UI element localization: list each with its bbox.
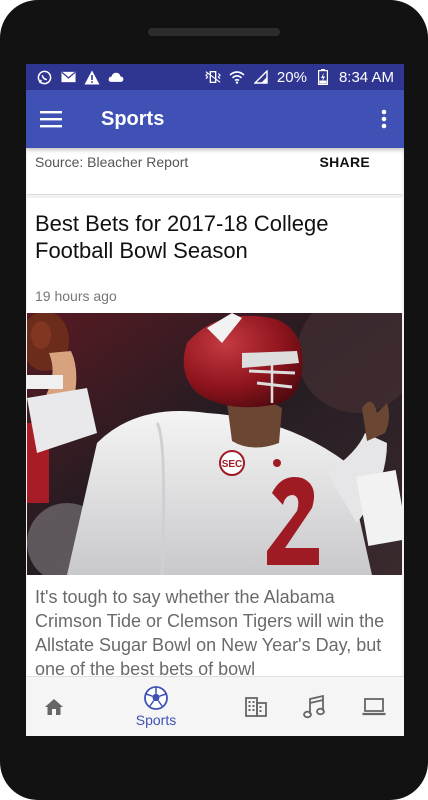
app-bar: Sports (26, 90, 404, 148)
signal-icon (253, 69, 269, 85)
music-icon (303, 695, 325, 719)
article-summary[interactable]: It's tough to say whether the Alabama Cr… (35, 585, 390, 676)
article-timestamp: 19 hours ago (35, 288, 117, 304)
phone-frame: 20% 8:34 AM Sports Source: Bleacher Repo… (0, 0, 428, 800)
soccer-ball-icon (144, 686, 168, 710)
vibrate-icon (205, 69, 221, 85)
more-vert-icon (381, 109, 387, 129)
status-bar: 20% 8:34 AM (26, 64, 404, 90)
menu-icon (40, 111, 62, 128)
nav-home[interactable] (39, 677, 69, 736)
laptop-icon (362, 698, 386, 716)
whatsapp-icon (36, 69, 52, 85)
bottom-navigation: Sports (26, 676, 404, 736)
building-icon (245, 697, 267, 717)
menu-button[interactable] (26, 90, 76, 148)
share-button[interactable]: SHARE (319, 154, 370, 170)
news-card[interactable]: Best Bets for 2017-18 College Football B… (27, 198, 402, 676)
nav-business[interactable] (243, 677, 269, 736)
clock: 8:34 AM (338, 68, 394, 86)
nav-music[interactable] (301, 677, 327, 736)
battery-percent: 20% (276, 68, 307, 86)
phone-speaker (148, 28, 280, 36)
source-label: Source: Bleacher Report (35, 154, 189, 170)
screen: 20% 8:34 AM Sports Source: Bleacher Repo… (26, 64, 404, 736)
nav-sports[interactable]: Sports (127, 677, 185, 736)
previous-news-card: Source: Bleacher Report SHARE (27, 148, 402, 195)
article-image[interactable]: SEC (27, 313, 402, 575)
nav-sports-label: Sports (135, 712, 177, 728)
battery-icon (315, 69, 331, 85)
article-headline[interactable]: Best Bets for 2017-18 College Football B… (35, 210, 380, 264)
page-title: Sports (101, 107, 165, 130)
wifi-icon (229, 69, 245, 85)
news-feed[interactable]: Source: Bleacher Report SHARE Best Bets … (26, 148, 404, 676)
cloud-icon (108, 69, 124, 85)
more-options-button[interactable] (364, 90, 404, 148)
home-icon (45, 699, 63, 715)
svg-text:SEC: SEC (222, 459, 243, 470)
football-quarterback-photo: SEC (27, 313, 402, 575)
email-icon (60, 69, 76, 85)
warning-icon (84, 69, 100, 85)
nav-technology[interactable] (359, 677, 389, 736)
